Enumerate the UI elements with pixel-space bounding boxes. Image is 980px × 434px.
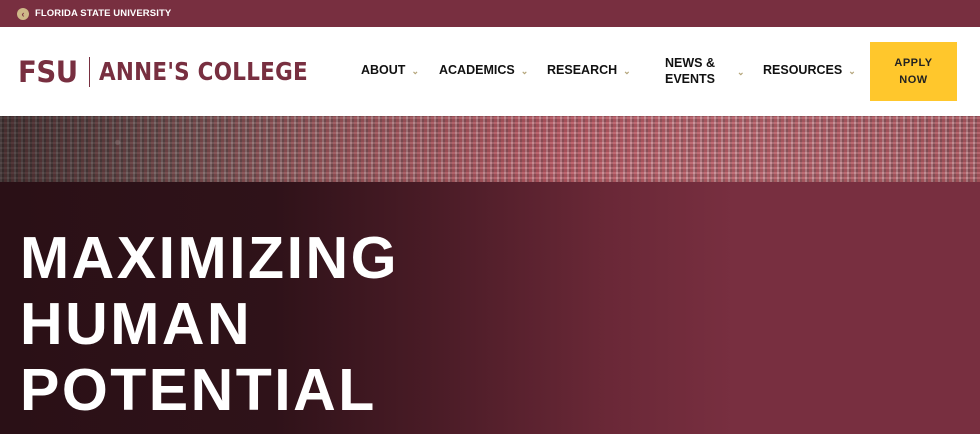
- nav-item-academics[interactable]: ACADEMICS ⌄: [439, 63, 528, 77]
- chevron-down-icon: ⌄: [737, 66, 745, 77]
- apply-now-button[interactable]: APPLY NOW: [870, 42, 957, 101]
- hero-headline-line-2: HUMAN: [20, 291, 253, 357]
- utility-bar: ‹ FLORIDA STATE UNIVERSITY: [0, 0, 980, 27]
- chevron-down-icon: ⌄: [520, 65, 529, 76]
- hero-headline-line-1: MAXIMIZING: [20, 225, 399, 291]
- nav-item-news-events[interactable]: NEWS & EVENTS ⌄: [665, 55, 745, 87]
- nav-item-research[interactable]: RESEARCH ⌄: [547, 63, 631, 77]
- nav-label: NEWS & EVENTS: [665, 55, 715, 87]
- college-name: ANNE'S COLLEGE: [99, 57, 309, 86]
- nav-item-about[interactable]: ABOUT ⌄: [361, 63, 419, 77]
- logo-divider: [88, 57, 91, 87]
- hero-headline-line-3: POTENTIAL: [20, 357, 377, 423]
- hero-section: MAXIMIZING HUMAN POTENTIAL: [0, 182, 980, 434]
- nav-label-line2: EVENTS: [665, 72, 716, 86]
- nav-item-resources[interactable]: RESOURCES ⌄: [763, 63, 856, 77]
- circle-arrow-left-icon[interactable]: ‹: [17, 7, 29, 20]
- nav-label: ACADEMICS: [439, 63, 515, 77]
- nav-label: RESOURCES: [763, 63, 843, 77]
- nav-label-line1: NEWS &: [665, 56, 715, 70]
- nav-label: RESEARCH: [547, 63, 618, 77]
- chevron-down-icon: ⌄: [623, 65, 631, 76]
- chevron-down-icon: ⌄: [848, 65, 856, 76]
- fsu-logo-mark: FSU: [18, 55, 78, 89]
- chevron-down-icon: ⌄: [411, 65, 419, 76]
- site-header: FSU ANNE'S COLLEGE ABOUT ⌄ ACADEMICS ⌄ R…: [0, 27, 980, 116]
- college-logo[interactable]: FSU ANNE'S COLLEGE: [18, 57, 342, 87]
- nav-label: ABOUT: [361, 63, 406, 77]
- florida-state-university-link[interactable]: FLORIDA STATE UNIVERSITY: [35, 8, 171, 19]
- stadium-crowd-banner-image: [0, 116, 980, 182]
- apply-label-line1: APPLY: [894, 56, 933, 69]
- apply-label-line2: NOW: [899, 73, 928, 86]
